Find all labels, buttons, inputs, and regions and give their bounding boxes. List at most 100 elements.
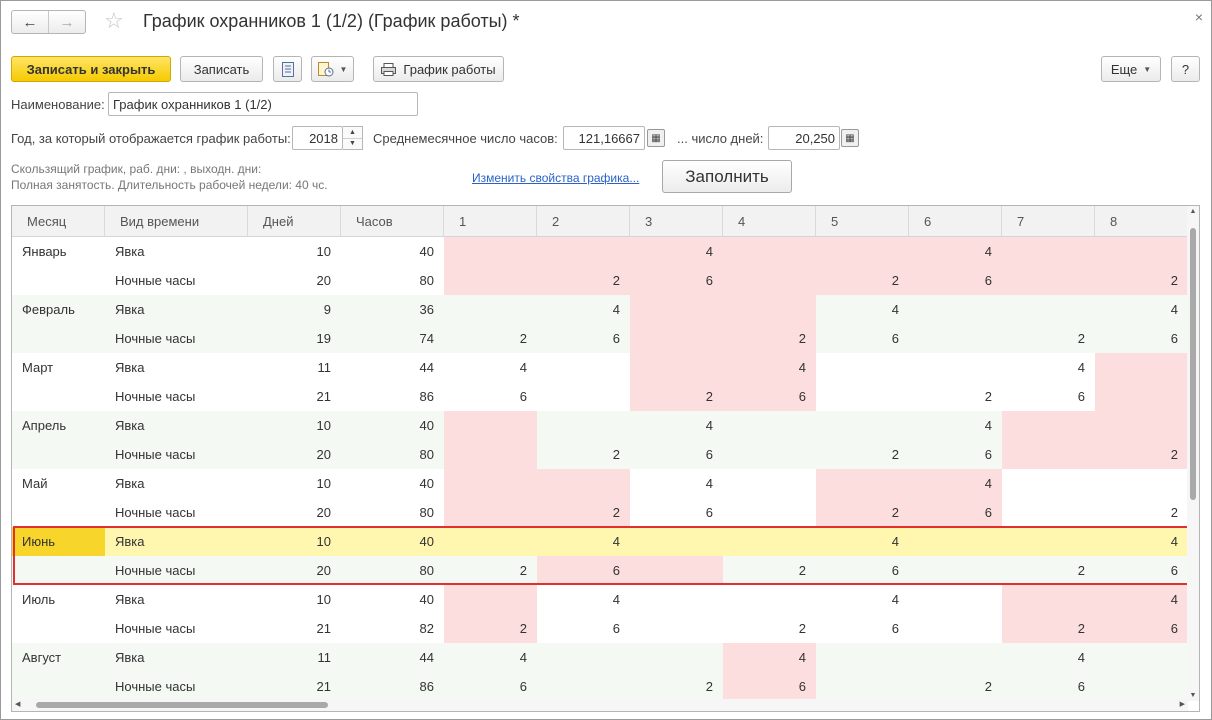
day-cell[interactable]: 2 — [1002, 556, 1095, 585]
day-cell[interactable]: 2 — [1095, 498, 1188, 527]
hours-cell[interactable]: 74 — [341, 324, 444, 353]
days-cell[interactable]: 10 — [248, 237, 341, 266]
month-cell[interactable] — [12, 614, 105, 643]
day-cell[interactable] — [630, 324, 723, 353]
day-cell[interactable]: 4 — [723, 353, 816, 382]
month-cell[interactable]: Август — [12, 643, 105, 672]
scroll-up-icon[interactable]: ▲ — [1187, 208, 1199, 215]
day-cell[interactable]: 4 — [723, 643, 816, 672]
day-cell[interactable] — [1095, 382, 1188, 411]
month-cell[interactable] — [12, 382, 105, 411]
spin-up-icon[interactable]: ▲ — [343, 127, 362, 138]
vertical-scroll-thumb[interactable] — [1190, 228, 1196, 500]
day-cell[interactable] — [816, 237, 909, 266]
day-cell[interactable] — [1095, 411, 1188, 440]
day-cell[interactable]: 6 — [630, 440, 723, 469]
hours-cell[interactable]: 40 — [341, 411, 444, 440]
day-cell[interactable]: 4 — [909, 237, 1002, 266]
month-cell[interactable]: Январь — [12, 237, 105, 266]
day-cell[interactable] — [537, 353, 630, 382]
day-cell[interactable]: 6 — [816, 324, 909, 353]
days-cell[interactable]: 20 — [248, 498, 341, 527]
more-button[interactable]: Еще ▼ — [1101, 56, 1161, 82]
time-kind-cell[interactable]: Явка — [105, 411, 248, 440]
day-cell[interactable] — [1002, 527, 1095, 556]
days-cell[interactable]: 21 — [248, 672, 341, 701]
table-row[interactable]: Ночные часы 19 74 2 6 2 6 2 6 — [12, 324, 1188, 353]
day-cell[interactable] — [630, 585, 723, 614]
help-button[interactable]: ? — [1171, 56, 1200, 82]
days-cell[interactable]: 10 — [248, 411, 341, 440]
horizontal-scrollbar[interactable]: ◀ ▶ — [12, 699, 1188, 711]
day-cell[interactable] — [444, 295, 537, 324]
column-header[interactable]: 1 — [444, 206, 537, 237]
days-cell[interactable]: 20 — [248, 440, 341, 469]
day-cell[interactable] — [909, 643, 1002, 672]
day-cell[interactable] — [1002, 498, 1095, 527]
day-cell[interactable]: 6 — [630, 498, 723, 527]
day-cell[interactable] — [909, 353, 1002, 382]
table-row[interactable]: Август Явка 11 44 4 4 4 — [12, 643, 1188, 672]
day-cell[interactable]: 6 — [1095, 614, 1188, 643]
time-kind-cell[interactable]: Ночные часы — [105, 324, 248, 353]
day-cell[interactable] — [909, 324, 1002, 353]
day-cell[interactable]: 6 — [816, 614, 909, 643]
column-header[interactable]: 8 — [1095, 206, 1188, 237]
print-schedule-button[interactable]: График работы — [373, 56, 504, 82]
day-cell[interactable] — [537, 672, 630, 701]
day-cell[interactable] — [630, 643, 723, 672]
month-cell[interactable]: Март — [12, 353, 105, 382]
days-cell[interactable]: 21 — [248, 614, 341, 643]
month-cell[interactable]: Июнь — [12, 527, 105, 556]
day-cell[interactable]: 4 — [537, 295, 630, 324]
day-cell[interactable]: 2 — [1095, 266, 1188, 295]
column-header[interactable]: 7 — [1002, 206, 1095, 237]
time-kind-cell[interactable]: Явка — [105, 237, 248, 266]
day-cell[interactable] — [1002, 440, 1095, 469]
day-cell[interactable] — [630, 556, 723, 585]
day-cell[interactable] — [723, 585, 816, 614]
day-cell[interactable] — [537, 643, 630, 672]
day-cell[interactable]: 6 — [909, 266, 1002, 295]
day-cell[interactable]: 2 — [909, 672, 1002, 701]
day-cell[interactable]: 4 — [909, 469, 1002, 498]
day-cell[interactable] — [909, 585, 1002, 614]
day-cell[interactable]: 4 — [816, 295, 909, 324]
day-cell[interactable] — [444, 585, 537, 614]
day-cell[interactable]: 4 — [1095, 527, 1188, 556]
column-header[interactable]: Дней — [248, 206, 341, 237]
day-cell[interactable]: 2 — [630, 672, 723, 701]
day-cell[interactable]: 6 — [723, 672, 816, 701]
column-header[interactable]: Часов — [341, 206, 444, 237]
fill-button[interactable]: Заполнить — [662, 160, 792, 193]
month-cell[interactable] — [12, 672, 105, 701]
day-cell[interactable] — [816, 411, 909, 440]
hours-cell[interactable]: 86 — [341, 382, 444, 411]
day-cell[interactable]: 2 — [537, 440, 630, 469]
day-cell[interactable]: 2 — [537, 498, 630, 527]
spin-down-icon[interactable]: ▼ — [343, 137, 362, 150]
days-cell[interactable]: 10 — [248, 469, 341, 498]
day-cell[interactable] — [444, 411, 537, 440]
table-row[interactable]: Май Явка 10 40 4 4 — [12, 469, 1188, 498]
column-header[interactable]: 3 — [630, 206, 723, 237]
scroll-right-icon[interactable]: ▶ — [1180, 699, 1185, 711]
day-cell[interactable]: 4 — [909, 411, 1002, 440]
table-row[interactable]: Ночные часы 21 86 6 2 6 2 6 — [12, 672, 1188, 701]
table-row[interactable]: Ночные часы 20 80 2 6 2 6 2 — [12, 266, 1188, 295]
table-row[interactable]: Ночные часы 20 80 2 6 2 6 2 — [12, 440, 1188, 469]
month-cell[interactable] — [12, 498, 105, 527]
save-button[interactable]: Записать — [180, 56, 263, 82]
day-cell[interactable] — [444, 498, 537, 527]
month-cell[interactable]: Февраль — [12, 295, 105, 324]
day-cell[interactable] — [1095, 237, 1188, 266]
calculator-icon[interactable]: ▦ — [841, 129, 859, 147]
day-cell[interactable] — [816, 469, 909, 498]
day-cell[interactable]: 4 — [537, 585, 630, 614]
day-cell[interactable] — [630, 353, 723, 382]
day-cell[interactable] — [1095, 643, 1188, 672]
day-cell[interactable] — [1002, 411, 1095, 440]
day-cell[interactable]: 2 — [1002, 614, 1095, 643]
table-row[interactable]: Июнь Явка 10 40 4 4 4 — [12, 527, 1188, 556]
day-cell[interactable]: 2 — [723, 614, 816, 643]
